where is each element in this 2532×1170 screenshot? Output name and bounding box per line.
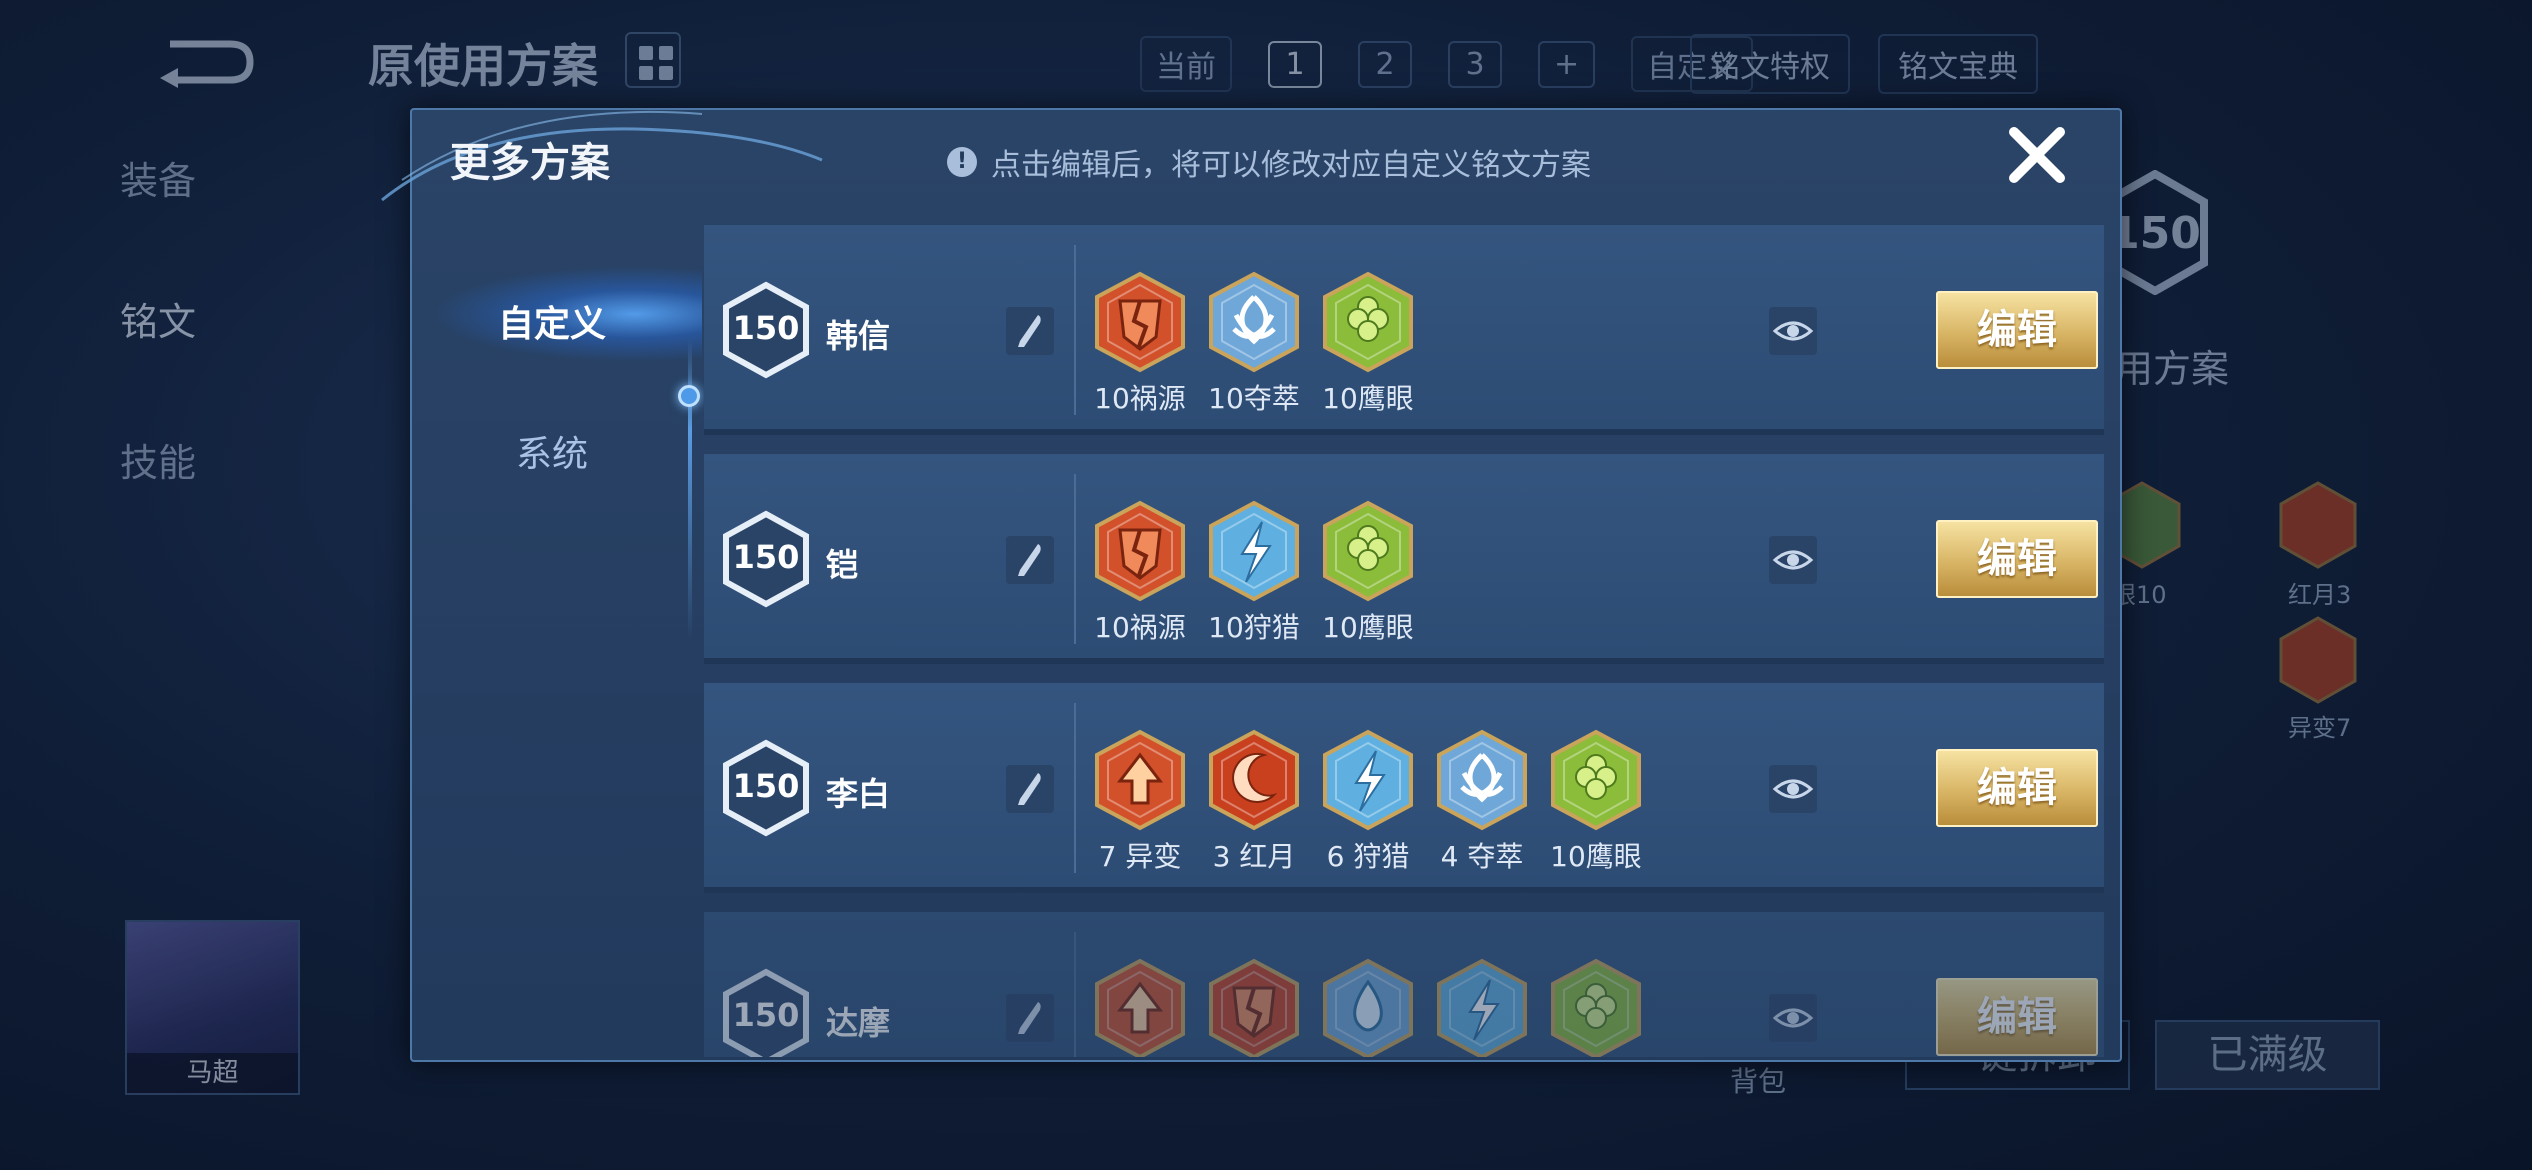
tab-current[interactable]: 当前 bbox=[1140, 36, 1232, 92]
rune-label: 10狩猎 bbox=[1208, 611, 1300, 644]
tab-system[interactable]: 系统 bbox=[412, 425, 692, 477]
max-level-button[interactable]: 已满级 bbox=[2155, 1020, 2380, 1090]
bag-label: 背包 bbox=[1730, 1065, 1787, 1098]
rune-label: 6 狩猎 bbox=[1326, 840, 1410, 873]
row-divider bbox=[1074, 703, 1076, 873]
plan-level: 150 bbox=[732, 996, 800, 1034]
right-rune-label: 异变7 bbox=[2288, 714, 2352, 742]
more-plans-modal: 更多方案 ! 点击编辑后，将可以修改对应自定义铭文方案 自定义 系统 150 韩信… bbox=[381, 108, 2122, 1062]
lightning-rune-icon[interactable] bbox=[1322, 729, 1414, 831]
broken-shield-rune-icon[interactable] bbox=[1094, 500, 1186, 602]
pen-icon[interactable] bbox=[1006, 536, 1054, 584]
top-actions: 铭文特权 铭文宝典 bbox=[1690, 34, 2038, 94]
crescent-rune-icon bbox=[2279, 481, 2357, 569]
rune-label: 10鹰眼 bbox=[1322, 382, 1414, 415]
row-divider bbox=[1074, 474, 1076, 644]
clover-rune-icon[interactable] bbox=[1322, 500, 1414, 602]
trinity-knot-rune-icon[interactable] bbox=[1436, 729, 1528, 831]
rune-privilege-button[interactable]: 铭文特权 bbox=[1690, 34, 1850, 94]
nav-runes[interactable]: 铭文 bbox=[120, 291, 196, 346]
modal-sidebar: 自定义 系统 bbox=[412, 200, 702, 1060]
lightning-rune-icon[interactable] bbox=[1436, 958, 1528, 1057]
edit-button[interactable]: 编辑 bbox=[1936, 978, 2098, 1056]
edit-button[interactable]: 编辑 bbox=[1936, 291, 2098, 369]
tab-plan-2[interactable]: 2 bbox=[1358, 40, 1412, 88]
page-title: 原使用方案 bbox=[368, 39, 598, 93]
hero-name: 李白 bbox=[826, 775, 891, 813]
plan-row: 150 达摩 编辑 bbox=[704, 912, 2104, 1057]
rune-label: 10祸源 bbox=[1094, 611, 1186, 644]
hero-card-name: 马超 bbox=[127, 1053, 298, 1093]
right-rune-label: 红月3 bbox=[2288, 581, 2352, 609]
grid-view-icon[interactable] bbox=[625, 32, 681, 88]
rune-label: 3 红月 bbox=[1212, 840, 1296, 873]
arrow-up-rune-icon bbox=[2279, 616, 2357, 704]
right-plan-label: 用方案 bbox=[2115, 347, 2230, 391]
plan-level: 150 bbox=[732, 767, 800, 805]
eye-icon[interactable] bbox=[1769, 536, 1817, 584]
add-plan-button[interactable]: + bbox=[1538, 40, 1596, 88]
plan-row: 150 李白 7 异变 3 红月 6 狩猎 4 夺萃 10鹰眼 编辑 bbox=[704, 683, 2104, 893]
rune-label: 10祸源 bbox=[1094, 382, 1186, 415]
rune-label: 10鹰眼 bbox=[1550, 840, 1642, 873]
tab-custom[interactable]: 自定义 bbox=[412, 295, 692, 347]
rune-label: 7 异变 bbox=[1098, 840, 1182, 873]
edit-button[interactable]: 编辑 bbox=[1936, 749, 2098, 827]
edit-button[interactable]: 编辑 bbox=[1936, 520, 2098, 598]
plan-row: 150 铠 10祸源 10狩猎 10鹰眼 编辑 bbox=[704, 454, 2104, 664]
clover-rune-icon[interactable] bbox=[1550, 729, 1642, 831]
plan-level: 150 bbox=[732, 538, 800, 576]
plan-level: 150 bbox=[732, 309, 800, 347]
rune-label: 10夺萃 bbox=[1208, 382, 1300, 415]
row-divider bbox=[1074, 245, 1076, 415]
modal-title: 更多方案 bbox=[450, 140, 610, 186]
pen-icon[interactable] bbox=[1006, 994, 1054, 1042]
water-drop-rune-icon[interactable] bbox=[1322, 958, 1414, 1057]
eye-icon[interactable] bbox=[1769, 307, 1817, 355]
nav-skills[interactable]: 技能 bbox=[120, 432, 196, 487]
hero-name: 韩信 bbox=[826, 317, 891, 355]
close-icon[interactable] bbox=[2004, 122, 2070, 188]
clover-rune-icon[interactable] bbox=[1322, 271, 1414, 373]
pen-icon[interactable] bbox=[1006, 307, 1054, 355]
tab-plan-3[interactable]: 3 bbox=[1448, 40, 1502, 88]
crescent-rune-icon[interactable] bbox=[1208, 729, 1300, 831]
rune-label: 10鹰眼 bbox=[1322, 611, 1414, 644]
modal-hint: ! 点击编辑后，将可以修改对应自定义铭文方案 bbox=[947, 140, 1591, 184]
right-level-text: 150 bbox=[2109, 208, 2201, 259]
hero-name: 铠 bbox=[826, 546, 859, 584]
pen-icon[interactable] bbox=[1006, 765, 1054, 813]
trinity-knot-rune-icon[interactable] bbox=[1208, 271, 1300, 373]
hero-portrait[interactable]: 马超 bbox=[125, 920, 300, 1095]
rune-label: 4 夺萃 bbox=[1440, 840, 1524, 873]
row-divider bbox=[1074, 932, 1076, 1057]
active-indicator-dot bbox=[678, 385, 700, 407]
plan-tabs: 当前 1 2 3 + 自定义 bbox=[1140, 36, 1754, 92]
broken-shield-rune-icon[interactable] bbox=[1094, 271, 1186, 373]
plan-list[interactable]: 150 韩信 10祸源 10夺萃 10鹰眼 编辑 150 铠 10祸源 10狩猎 10鹰眼 编辑 150… bbox=[704, 225, 2104, 1057]
back-arrow-icon[interactable] bbox=[150, 30, 260, 90]
rune-codex-button[interactable]: 铭文宝典 bbox=[1878, 34, 2038, 94]
clover-rune-icon[interactable] bbox=[1550, 958, 1642, 1057]
exclamation-icon: ! bbox=[947, 147, 977, 177]
nav-equipment[interactable]: 装备 bbox=[120, 150, 196, 205]
lightning-rune-icon[interactable] bbox=[1208, 500, 1300, 602]
plan-row: 150 韩信 10祸源 10夺萃 10鹰眼 编辑 bbox=[704, 225, 2104, 435]
left-nav: 装备 铭文 技能 bbox=[120, 150, 196, 573]
eye-icon[interactable] bbox=[1769, 765, 1817, 813]
eye-icon[interactable] bbox=[1769, 994, 1817, 1042]
arrow-up-rune-icon[interactable] bbox=[1094, 958, 1186, 1057]
arrow-up-rune-icon[interactable] bbox=[1094, 729, 1186, 831]
hint-text: 点击编辑后，将可以修改对应自定义铭文方案 bbox=[991, 148, 1591, 183]
tab-plan-1[interactable]: 1 bbox=[1268, 40, 1322, 88]
hero-name: 达摩 bbox=[826, 1004, 891, 1042]
broken-shield-rune-icon[interactable] bbox=[1208, 958, 1300, 1057]
